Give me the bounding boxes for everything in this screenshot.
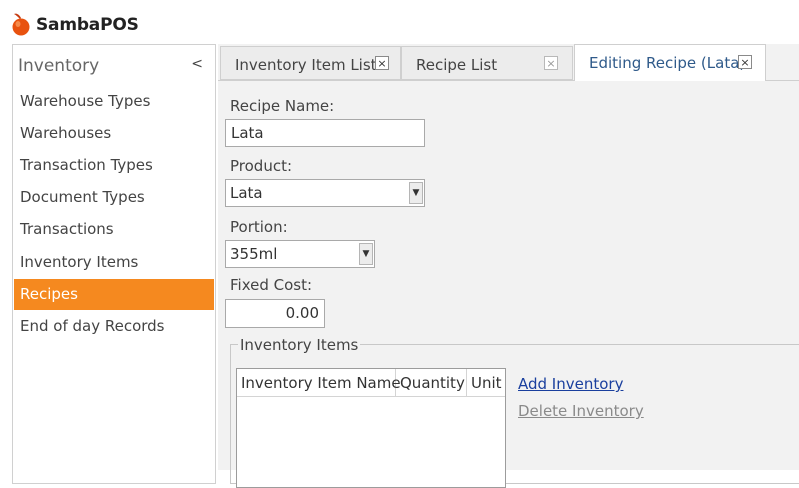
- portion-select[interactable]: 355ml ▼: [225, 240, 375, 268]
- recipe-name-label: Recipe Name:: [230, 97, 335, 115]
- chevron-down-icon[interactable]: ▼: [409, 182, 423, 204]
- tab-recipe-list[interactable]: Recipe List ×: [401, 46, 573, 80]
- tab-inventory-item-list[interactable]: Inventory Item List ×: [220, 46, 401, 80]
- delete-inventory-link[interactable]: Delete Inventory: [518, 402, 644, 420]
- product-select[interactable]: Lata ▼: [225, 179, 425, 207]
- close-tab-icon[interactable]: ×: [738, 55, 752, 69]
- portion-select-value: 355ml: [230, 245, 278, 263]
- sidebar-item-warehouse-types[interactable]: Warehouse Types: [14, 86, 214, 117]
- collapse-sidebar-button[interactable]: <: [191, 56, 203, 72]
- product-select-value: Lata: [230, 184, 263, 202]
- close-tab-icon[interactable]: ×: [375, 56, 389, 70]
- fixed-cost-label: Fixed Cost:: [230, 276, 313, 294]
- sidebar: Inventory < Warehouse Types Warehouses T…: [12, 44, 216, 484]
- sidebar-item-inventory-items[interactable]: Inventory Items: [14, 247, 214, 278]
- sidebar-title: Inventory: [18, 56, 100, 76]
- recipe-name-input[interactable]: Lata: [225, 119, 425, 147]
- sidebar-item-transactions[interactable]: Transactions: [14, 214, 214, 245]
- tab-label: Inventory Item List: [235, 56, 377, 74]
- column-header-unit[interactable]: Unit: [467, 369, 505, 397]
- sidebar-item-end-of-day-records[interactable]: End of day Records: [14, 311, 214, 342]
- recipe-editor-panel: Recipe Name: Lata Product: Lata ▼ Portio…: [218, 81, 799, 488]
- sidebar-item-document-types[interactable]: Document Types: [14, 182, 214, 213]
- sambapos-logo-icon: [12, 13, 30, 36]
- product-label: Product:: [230, 157, 293, 175]
- app-header: SambaPOS: [0, 0, 799, 44]
- main-area: Inventory Item List × Recipe List × Edit…: [218, 44, 799, 488]
- sidebar-item-warehouses[interactable]: Warehouses: [14, 118, 214, 149]
- tab-label: Editing Recipe (Lata): [589, 54, 746, 72]
- column-header-quantity[interactable]: Quantity: [396, 369, 467, 397]
- inventory-items-group-title: Inventory Items: [238, 336, 361, 354]
- chevron-down-icon[interactable]: ▼: [359, 243, 373, 265]
- tab-label: Recipe List: [416, 56, 498, 74]
- fixed-cost-input[interactable]: 0.00: [225, 299, 325, 328]
- add-inventory-link[interactable]: Add Inventory: [518, 375, 623, 393]
- portion-label: Portion:: [230, 218, 288, 236]
- sidebar-item-transaction-types[interactable]: Transaction Types: [14, 150, 214, 181]
- close-tab-icon[interactable]: ×: [544, 56, 558, 70]
- inventory-items-grid[interactable]: Inventory Item Name Quantity Unit: [236, 368, 506, 488]
- sidebar-item-recipes[interactable]: Recipes: [14, 279, 214, 310]
- tab-editing-recipe[interactable]: Editing Recipe (Lata) ×: [574, 44, 766, 81]
- column-header-inventory-item-name[interactable]: Inventory Item Name: [237, 369, 401, 397]
- app-title: SambaPOS: [36, 15, 139, 35]
